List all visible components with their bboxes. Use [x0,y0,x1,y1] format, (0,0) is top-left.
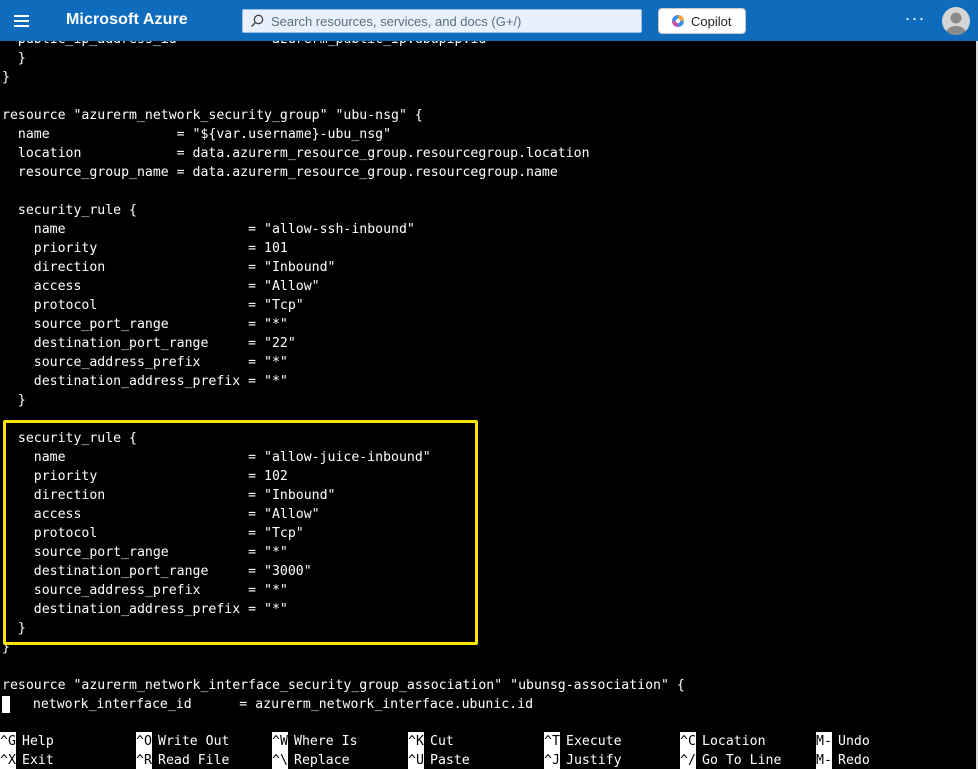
code-line: priority = 101 [2,241,288,256]
shortcut-execute[interactable]: ^T Execute [544,732,622,751]
code-line: resource "azurerm_network_interface_secu… [2,678,685,693]
code-line: name = "allow-ssh-inbound" [2,222,415,237]
code-line: protocol = "Tcp" [2,526,304,541]
search-icon [251,14,264,27]
brand-title[interactable]: Microsoft Azure [66,11,188,29]
code-line: } [2,70,10,85]
code-line: destination_address_prefix = "*" [2,374,288,389]
shortcut-label: Undo [838,734,870,749]
shortcut-key: ^X [0,751,16,769]
code-line: protocol = "Tcp" [2,298,304,313]
search-box[interactable] [242,9,642,33]
code-line: resource "azurerm_network_security_group… [2,108,423,123]
code-line: name = "${var.username}-ubu_nsg" [2,127,392,142]
code-line: access = "Allow" [2,279,320,294]
shortcut-label: Go To Line [702,753,782,768]
shortcut-key: ^\ [272,751,288,769]
code-line: } [2,621,26,636]
text-cursor [2,696,10,713]
shortcut-key: M-U [816,732,832,751]
shortcut-cut[interactable]: ^K Cut [408,732,454,751]
code-line: name = "allow-juice-inbound" [2,450,431,465]
shortcut-label: Write Out [158,734,230,749]
copilot-button[interactable]: Copilot [658,8,746,34]
shortcut-key: ^O [136,732,152,751]
shortcut-go-to-line[interactable]: ^/ Go To Line [680,751,781,769]
code-line: source_port_range = "*" [2,317,288,332]
search-input[interactable] [271,12,631,30]
code-line: destination_port_range = "22" [2,336,296,351]
shortcut-help[interactable]: ^G Help [0,732,54,751]
shortcut-paste[interactable]: ^U Paste [408,751,470,769]
code-line: security_rule { [2,203,137,218]
shortcut-label: Cut [430,734,454,749]
code-line: security_rule { [2,431,137,446]
shortcut-key: M-E [816,751,832,769]
code-line: direction = "Inbound" [2,488,336,503]
shortcut-read-file[interactable]: ^R Read File [136,751,229,769]
shortcut-redo[interactable]: M-E Redo [816,751,870,769]
more-icon[interactable]: ··· [900,8,930,32]
shortcut-key: ^R [136,751,152,769]
code-line: source_address_prefix = "*" [2,355,288,370]
shortcut-key: ^T [544,732,560,751]
code-line: priority = 102 [2,469,288,484]
shortcut-label: Paste [430,753,470,768]
shortcut-replace[interactable]: ^\ Replace [272,751,350,769]
shortcut-key: ^J [544,751,560,769]
nano-editor[interactable]: public_ip_address_id = azurerm_public_ip… [0,41,976,769]
shortcut-label: Exit [22,753,54,768]
shortcut-key: ^U [408,751,424,769]
azure-top-bar: Microsoft Azure Copilot ··· [0,0,978,41]
code-line: location = data.azurerm_resource_group.r… [2,146,590,161]
code-line: network_interface_id = azurerm_network_i… [17,697,534,712]
shortcut-location[interactable]: ^C Location [680,732,766,751]
shortcut-key: ^/ [680,751,696,769]
shortcut-exit[interactable]: ^X Exit [0,751,54,769]
avatar-silhouette [946,12,966,35]
shortcut-write-out[interactable]: ^O Write Out [136,732,229,751]
code-line: } [2,640,10,655]
code-line: destination_port_range = "3000" [2,564,312,579]
copilot-icon [672,15,684,27]
code-line: } [2,51,26,66]
shortcut-key: ^K [408,732,424,751]
shortcut-key: ^W [272,732,288,751]
code-line: source_port_range = "*" [2,545,288,560]
copilot-label: Copilot [691,14,732,29]
avatar-icon[interactable] [942,7,970,35]
code-line: public_ip_address_id = azurerm_public_ip… [2,41,486,49]
shortcut-key: ^C [680,732,696,751]
shortcut-label: Replace [294,753,350,768]
hamburger-menu-icon[interactable] [10,11,34,31]
code-line: destination_address_prefix = "*" [2,602,288,617]
code-line: resource_group_name = data.azurerm_resou… [2,165,558,180]
shortcut-label: Execute [566,734,622,749]
shortcut-label: Location [702,734,766,749]
shortcut-undo[interactable]: M-U Undo [816,732,870,751]
code-line: } [2,393,26,408]
shortcut-justify[interactable]: ^J Justify [544,751,622,769]
code-line: access = "Allow" [2,507,320,522]
shortcut-where-is[interactable]: ^W Where Is [272,732,358,751]
shortcut-label: Redo [838,753,870,768]
shortcut-label: Help [22,734,54,749]
shortcut-key: ^G [0,732,16,751]
shortcut-label: Justify [566,753,622,768]
code-line: source_address_prefix = "*" [2,583,288,598]
shortcut-label: Where Is [294,734,358,749]
code-line: direction = "Inbound" [2,260,336,275]
shortcut-label: Read File [158,753,230,768]
